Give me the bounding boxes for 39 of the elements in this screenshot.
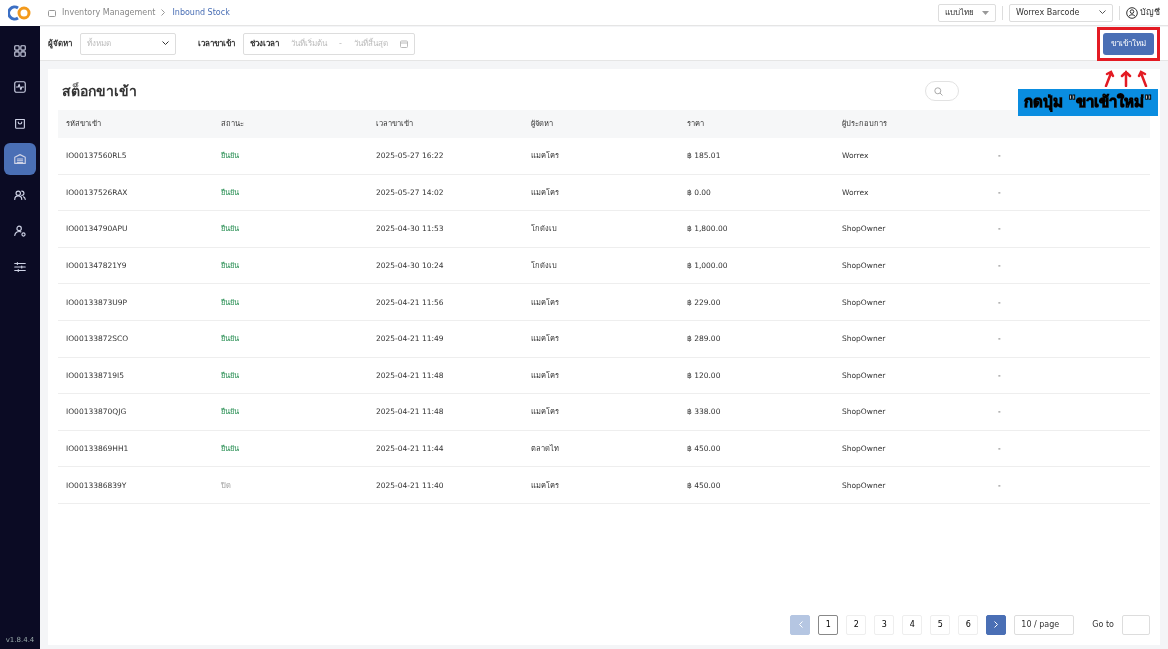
user-icon — [1126, 6, 1138, 19]
chevron-left-icon — [797, 621, 803, 628]
page-button[interactable]: 4 — [902, 615, 923, 635]
page-button[interactable]: 3 — [874, 615, 895, 635]
store-select[interactable]: Worrex Barcode — [1009, 3, 1113, 22]
grid-icon — [13, 44, 27, 58]
calendar-icon — [399, 39, 408, 48]
caret-icon — [982, 10, 989, 15]
nav-item[interactable] — [4, 143, 36, 175]
page-button[interactable]: 1 — [818, 615, 839, 635]
breadcrumb-link[interactable]: Inventory Management — [62, 6, 156, 19]
account-button[interactable]: บัญชี — [1126, 5, 1160, 20]
page-button[interactable]: 5 — [930, 615, 951, 635]
activity-icon — [13, 80, 27, 94]
chevron-right-icon — [161, 9, 167, 16]
goto-field[interactable] — [1122, 615, 1150, 635]
new-inbound-button[interactable]: ขาเข้าใหม่ — [1103, 32, 1154, 55]
next-page-button[interactable] — [986, 615, 1007, 635]
language-select[interactable]: แบบไทย — [938, 3, 996, 22]
page-title: สต็อกขาเข้า — [62, 81, 137, 101]
box-icon — [48, 8, 56, 17]
chevron-right-icon — [993, 621, 999, 628]
page-button[interactable]: 2 — [846, 615, 867, 635]
date-range-field[interactable]: ช่วงเวลา วันที่เริ่มต้น - วันที่สิ้นสุด — [243, 32, 415, 55]
warehouse-icon — [13, 152, 27, 166]
goto-label: Go to — [1092, 619, 1114, 631]
bag-icon — [13, 116, 27, 130]
page-button[interactable]: 6 — [958, 615, 979, 635]
annotation-caption: กดปุ่ม "ขาเข้าใหม่" — [1018, 89, 1158, 116]
user-settings-icon — [13, 224, 27, 238]
chevron-icon — [162, 41, 169, 46]
users-icon — [13, 188, 27, 202]
chevron-icon — [1099, 10, 1106, 15]
sliders-icon — [13, 260, 27, 274]
filter-label: ผู้จัดหา — [48, 37, 72, 50]
logo-icon — [8, 5, 32, 21]
page-size-select[interactable]: 10 / page — [1014, 615, 1075, 635]
search-icon — [934, 86, 943, 96]
filter-label: เวลาขาเข้า — [198, 37, 235, 50]
